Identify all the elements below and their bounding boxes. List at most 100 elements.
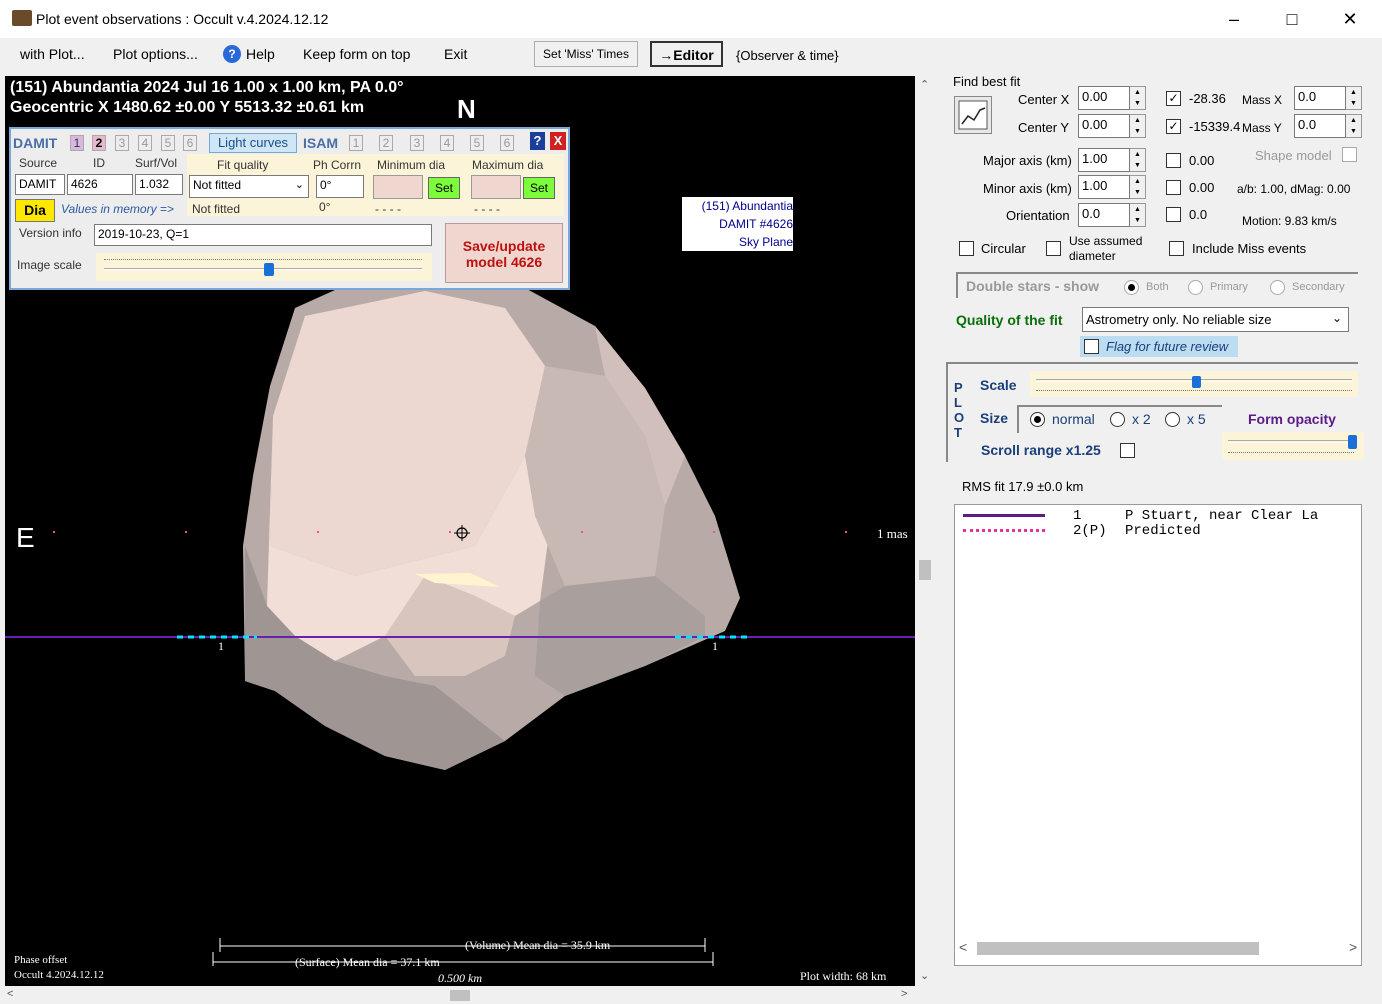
orientation-spinner[interactable]: ▲ ▼ [1130, 203, 1146, 227]
damit-model-4[interactable]: 4 [138, 135, 152, 151]
center-x-checkbox[interactable]: ✓ [1166, 91, 1181, 106]
scroll-right-icon[interactable]: > [1349, 939, 1357, 955]
scale-bar-label: 0.500 km [438, 971, 482, 985]
circular-checkbox[interactable] [959, 241, 974, 256]
scroll-right-icon[interactable]: > [901, 988, 907, 1000]
scroll-up-icon[interactable]: ⌃ [920, 78, 929, 91]
mass-y-field[interactable]: 0.0 [1294, 114, 1346, 138]
menu-plot-options[interactable]: Plot options... [113, 46, 198, 62]
scroll-left-icon[interactable]: < [959, 939, 967, 955]
isam-model-2[interactable]: 2 [379, 135, 393, 151]
scroll-left-icon[interactable]: < [7, 988, 13, 1000]
legend-hscrollbar[interactable]: < > [955, 939, 1361, 957]
center-y-checkbox[interactable]: ✓ [1166, 119, 1181, 134]
plot-vscrollbar[interactable]: ⌃ ⌄ [917, 76, 933, 986]
mass-x-field[interactable]: 0.0 [1294, 86, 1346, 110]
source-field[interactable]: DAMIT [15, 174, 65, 195]
find-best-fit-button[interactable] [954, 96, 992, 134]
use-assumed-checkbox[interactable] [1046, 241, 1061, 256]
maximize-button[interactable]: □ [1280, 8, 1304, 32]
minimize-button[interactable]: – [1222, 8, 1246, 32]
image-scale-slider[interactable] [96, 253, 432, 281]
surf-vol-field[interactable]: 1.032 [135, 174, 183, 195]
legend-row-2-num: 2(P) [1073, 523, 1107, 539]
maximum-dia-field[interactable] [471, 175, 521, 199]
center-x-field[interactable]: 0.00 [1078, 86, 1130, 110]
size-x5-radio[interactable] [1165, 412, 1180, 427]
secondary-radio[interactable] [1270, 280, 1285, 295]
damit-model-2[interactable]: 2 [92, 135, 106, 151]
set-miss-times-button[interactable]: Set 'Miss' Times [534, 41, 638, 67]
scale-label: Scale [980, 377, 1017, 393]
scroll-range-checkbox[interactable] [1120, 443, 1135, 458]
light-curves-button[interactable]: Light curves [209, 133, 297, 153]
plot-hscrollbar[interactable]: < > [5, 988, 915, 1002]
center-y-field[interactable]: 0.00 [1078, 114, 1130, 138]
legend-row-1-text: P Stuart, near Clear La [1125, 508, 1319, 524]
major-axis-field[interactable]: 1.00 [1078, 148, 1130, 172]
minimum-dia-field[interactable] [373, 175, 423, 199]
slider-thumb[interactable] [1192, 376, 1201, 388]
menu-keep-on-top[interactable]: Keep form on top [303, 46, 410, 62]
damit-model-1[interactable]: 1 [70, 135, 84, 151]
major-axis-label: Major axis (km) [983, 153, 1072, 168]
mass-x-spinner[interactable]: ▲ ▼ [1346, 86, 1362, 110]
version-info-label: Version info [19, 226, 82, 240]
double-stars-label: Double stars - show [966, 278, 1100, 294]
size-normal-radio[interactable] [1030, 412, 1045, 427]
observer-time-label[interactable]: {Observer & time} [736, 48, 839, 63]
isam-model-6[interactable]: 6 [500, 135, 514, 151]
minimum-dia-header: Minimum dia [377, 158, 446, 172]
quality-select[interactable]: Astrometry only. No reliable size ⌄ [1082, 307, 1349, 332]
dia-button[interactable]: Dia [15, 199, 55, 222]
fit-quality-select[interactable]: Not fitted ⌄ [189, 175, 309, 198]
editor-button[interactable]: →Editor [650, 41, 723, 67]
plot-letter-o: O [954, 410, 965, 425]
shape-model-checkbox[interactable] [1342, 147, 1357, 162]
set-max-dia-button[interactable]: Set [523, 177, 555, 199]
center-y-spinner[interactable]: ▲ ▼ [1130, 114, 1146, 138]
isam-model-4[interactable]: 4 [440, 135, 454, 151]
damit-model-6[interactable]: 6 [183, 135, 197, 151]
set-min-dia-button[interactable]: Set [428, 177, 460, 199]
both-radio[interactable] [1124, 280, 1139, 295]
flag-review-checkbox[interactable] [1084, 339, 1099, 354]
major-axis-checkbox[interactable] [1166, 153, 1181, 168]
ph-corrn-field[interactable]: 0° [316, 175, 364, 198]
minor-axis-spinner[interactable]: ▲ ▼ [1130, 175, 1146, 199]
form-opacity-slider[interactable] [1222, 432, 1364, 460]
close-button[interactable]: ✕ [1338, 8, 1362, 32]
mass-y-spinner[interactable]: ▲ ▼ [1346, 114, 1362, 138]
minor-axis-field[interactable]: 1.00 [1078, 175, 1130, 199]
slider-thumb[interactable] [264, 263, 274, 276]
save-model-button[interactable]: Save/update model 4626 [445, 223, 563, 283]
menu-with-plot[interactable]: with Plot... [20, 46, 85, 62]
slider-thumb[interactable] [1348, 435, 1357, 449]
vscroll-thumb[interactable] [919, 560, 931, 580]
hscroll-thumb[interactable] [450, 990, 470, 1001]
panel-help-button[interactable]: ? [530, 132, 545, 150]
damit-model-5[interactable]: 5 [161, 135, 175, 151]
isam-model-1[interactable]: 1 [349, 135, 363, 151]
isam-model-5[interactable]: 5 [470, 135, 484, 151]
major-axis-spinner[interactable]: ▲ ▼ [1130, 148, 1146, 172]
damit-model-3[interactable]: 3 [115, 135, 129, 151]
legend-hscroll-thumb[interactable] [977, 942, 1259, 955]
menu-exit[interactable]: Exit [444, 46, 467, 62]
surf-vol-header: Surf/Vol [135, 156, 178, 170]
orientation-checkbox[interactable] [1166, 207, 1181, 222]
menu-help[interactable]: Help [246, 46, 275, 62]
minor-axis-checkbox[interactable] [1166, 180, 1181, 195]
version-info-field[interactable]: 2019-10-23, Q=1 [94, 224, 432, 246]
size-x2-radio[interactable] [1110, 412, 1125, 427]
mass-x-label: Mass X [1242, 93, 1283, 107]
panel-close-button[interactable]: X [550, 132, 566, 150]
id-field[interactable]: 4626 [67, 174, 133, 195]
isam-model-3[interactable]: 3 [410, 135, 424, 151]
scroll-down-icon[interactable]: ⌄ [920, 969, 929, 982]
orientation-field[interactable]: 0.0 [1078, 203, 1130, 227]
primary-radio[interactable] [1188, 280, 1203, 295]
plot-scale-slider[interactable] [1030, 371, 1358, 397]
center-x-spinner[interactable]: ▲ ▼ [1130, 86, 1146, 110]
include-miss-checkbox[interactable] [1169, 241, 1184, 256]
